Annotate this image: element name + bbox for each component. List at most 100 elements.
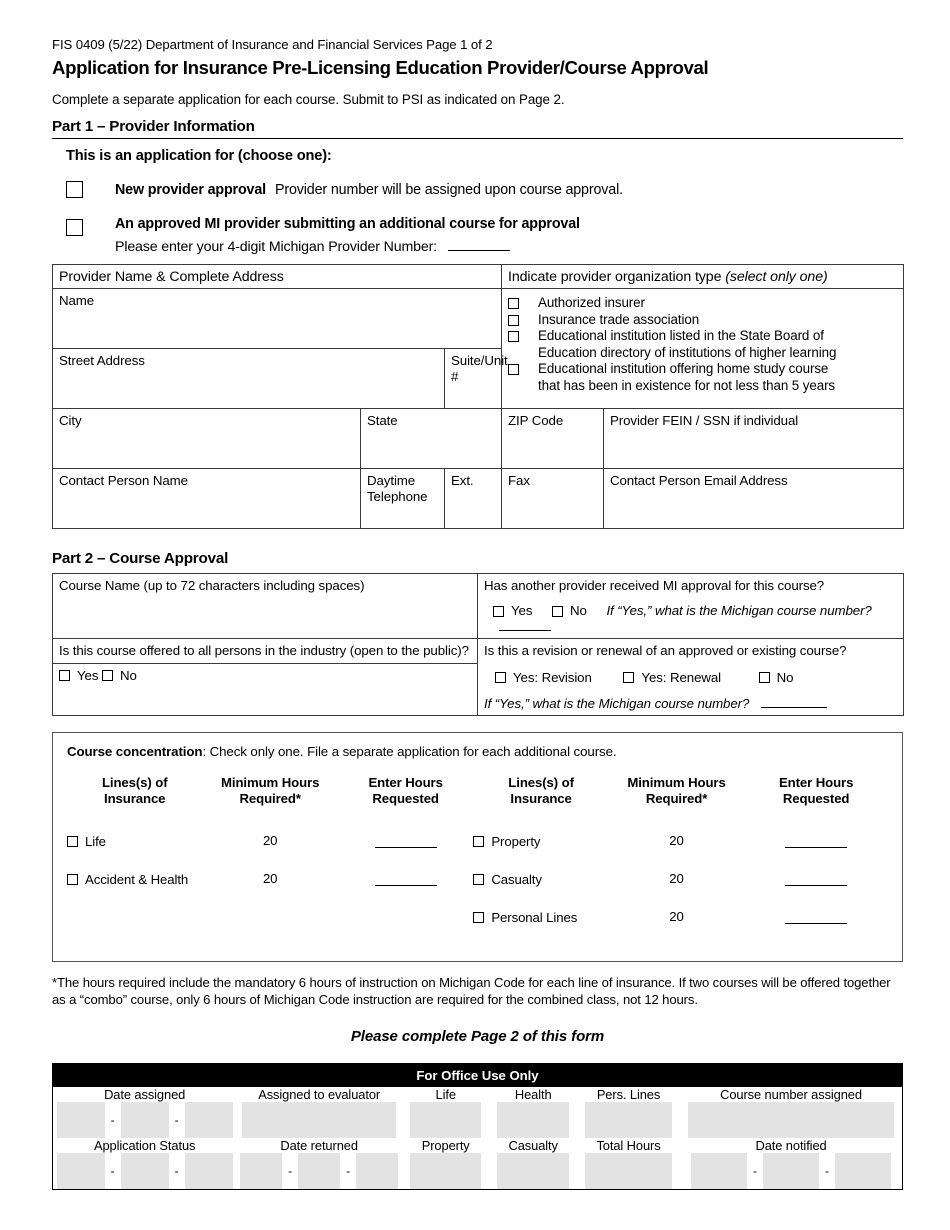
option-revision-no[interactable]: No — [758, 670, 794, 686]
enter-hours-life[interactable] — [338, 833, 473, 871]
date-notified-year[interactable] — [835, 1153, 892, 1190]
option-new-provider-approval[interactable]: New provider approval Provider number wil… — [66, 181, 903, 200]
checkbox-home-study-institution[interactable] — [508, 364, 519, 375]
checkbox-trade-association[interactable] — [508, 314, 519, 326]
checkbox-new-provider-approval[interactable] — [66, 181, 83, 198]
org-option-trade-association[interactable]: Insurance trade association — [508, 312, 897, 329]
field-date-returned[interactable]: - - — [236, 1153, 402, 1190]
org-option-state-board-institution[interactable]: Educational institution listed in the St… — [508, 328, 897, 345]
checkbox-wrap-accident-health[interactable]: Accident & Health — [67, 872, 188, 887]
application-status-part2[interactable] — [120, 1153, 169, 1190]
checkbox-another-provider-no[interactable] — [552, 605, 564, 617]
field-life[interactable] — [402, 1102, 490, 1139]
life-input[interactable] — [409, 1102, 482, 1139]
field-health[interactable] — [489, 1102, 577, 1139]
checkbox-revision-no[interactable] — [758, 672, 770, 684]
enter-hours-accident-health[interactable] — [338, 871, 473, 909]
pers-lines-input[interactable] — [584, 1102, 673, 1139]
field-daytime-telephone[interactable]: Daytime Telephone — [360, 468, 445, 529]
hours-input-property[interactable] — [785, 833, 848, 848]
hours-input-casualty[interactable] — [785, 871, 848, 886]
checkbox-approved-provider[interactable] — [66, 219, 83, 236]
checkbox-open-public-yes[interactable] — [59, 670, 70, 682]
field-pers-lines[interactable] — [577, 1102, 680, 1139]
field-fein-ssn[interactable]: Provider FEIN / SSN if individual — [602, 408, 905, 469]
option-line-personal-lines[interactable]: Personal Lines — [473, 909, 608, 947]
field-total-hours[interactable] — [577, 1153, 680, 1190]
field-street-address[interactable]: Street Address — [52, 348, 445, 409]
field-casualty[interactable] — [489, 1153, 577, 1190]
application-status-part3[interactable] — [184, 1153, 233, 1190]
date-assigned-year[interactable] — [184, 1102, 233, 1139]
option-line-property[interactable]: Property — [473, 833, 608, 871]
checkbox-accident-health[interactable] — [67, 874, 78, 885]
checkbox-open-public-no[interactable] — [102, 670, 114, 682]
checkbox-wrap-personal-lines[interactable]: Personal Lines — [473, 910, 577, 925]
option-approved-provider[interactable]: An approved MI provider submitting an ad… — [66, 216, 903, 257]
field-date-notified[interactable]: - - — [680, 1153, 902, 1190]
field-zip-code[interactable]: ZIP Code — [501, 408, 604, 469]
revision-course-number-input[interactable] — [760, 696, 827, 708]
option-another-provider-no[interactable]: No — [552, 603, 587, 619]
date-returned-year[interactable] — [356, 1153, 399, 1190]
option-yes-revision[interactable]: Yes: Revision — [495, 670, 592, 686]
casualty-input[interactable] — [497, 1153, 569, 1190]
field-name[interactable]: Name — [52, 288, 502, 349]
property-input[interactable] — [409, 1153, 482, 1190]
question-open-to-public: Is this course offered to all persons in… — [52, 638, 478, 664]
another-provider-course-number-input[interactable] — [499, 619, 551, 632]
date-returned-month[interactable] — [240, 1153, 283, 1190]
option-line-casualty[interactable]: Casualty — [473, 871, 608, 909]
field-course-name[interactable]: Course Name (up to 72 characters includi… — [52, 572, 478, 640]
option-line-life[interactable]: Life — [67, 833, 202, 871]
checkbox-state-board-institution[interactable] — [508, 331, 519, 342]
hours-input-personal-lines[interactable] — [785, 909, 848, 924]
option-line-accident-health[interactable]: Accident & Health — [67, 871, 202, 909]
checkbox-life[interactable] — [67, 835, 78, 847]
option-open-public-no[interactable]: No — [102, 668, 137, 684]
hours-input-accident-health[interactable] — [374, 871, 437, 886]
field-date-assigned[interactable]: - - — [53, 1102, 236, 1139]
field-city[interactable]: City — [52, 408, 361, 469]
checkbox-personal-lines[interactable] — [473, 912, 485, 924]
application-status-part1[interactable] — [56, 1153, 105, 1190]
hours-input-life[interactable] — [374, 833, 437, 848]
field-application-status[interactable]: - - — [53, 1153, 236, 1190]
option-yes-renewal[interactable]: Yes: Renewal — [623, 670, 721, 686]
enter-hours-personal-lines[interactable] — [744, 909, 888, 947]
option-another-provider-yes[interactable]: Yes — [493, 603, 533, 619]
field-course-number-assigned[interactable] — [680, 1102, 902, 1139]
field-property[interactable] — [402, 1153, 490, 1190]
enter-hours-casualty[interactable] — [744, 871, 888, 909]
checkbox-wrap-life[interactable]: Life — [67, 834, 106, 849]
field-assigned-to-evaluator[interactable] — [236, 1102, 402, 1139]
health-input[interactable] — [497, 1102, 569, 1139]
date-assigned-day[interactable] — [120, 1102, 169, 1139]
org-option-home-study-institution[interactable]: Educational institution offering home st… — [508, 361, 897, 378]
enter-hours-property[interactable] — [744, 833, 888, 871]
field-state[interactable]: State — [360, 408, 502, 469]
checkbox-wrap-property[interactable]: Property — [473, 834, 541, 849]
field-ext[interactable]: Ext. — [444, 468, 502, 529]
date-notified-month[interactable] — [691, 1153, 748, 1190]
date-assigned-month[interactable] — [56, 1102, 105, 1139]
field-fax[interactable]: Fax — [501, 468, 604, 529]
checkbox-yes-renewal[interactable] — [623, 672, 635, 684]
checkbox-yes-revision[interactable] — [495, 672, 506, 684]
checkbox-authorized-insurer[interactable] — [508, 298, 519, 309]
checkbox-another-provider-yes[interactable] — [493, 605, 504, 617]
field-contact-email[interactable]: Contact Person Email Address — [602, 468, 905, 529]
option-open-public-yes[interactable]: Yes — [59, 668, 99, 684]
date-returned-day[interactable] — [298, 1153, 341, 1190]
total-hours-input[interactable] — [584, 1153, 673, 1190]
course-number-assigned-input[interactable] — [688, 1102, 894, 1139]
date-notified-day[interactable] — [763, 1153, 820, 1190]
checkbox-wrap-casualty[interactable]: Casualty — [473, 872, 542, 887]
field-contact-person-name[interactable]: Contact Person Name — [52, 468, 361, 529]
provider-number-input[interactable] — [447, 237, 510, 251]
assigned-to-evaluator-input[interactable] — [242, 1102, 396, 1139]
checkbox-property[interactable] — [473, 835, 485, 847]
field-suite-unit[interactable]: Suite/Unit # — [444, 348, 508, 409]
checkbox-casualty[interactable] — [473, 874, 485, 885]
org-option-authorized-insurer[interactable]: Authorized insurer — [508, 295, 897, 312]
